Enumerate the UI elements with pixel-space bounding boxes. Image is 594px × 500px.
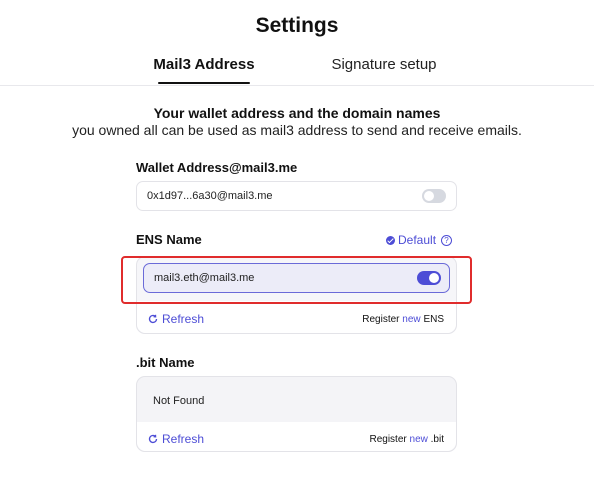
page-title: Settings bbox=[255, 14, 339, 37]
bit-name-label: .bit Name bbox=[136, 355, 195, 370]
highlight-annotation-box bbox=[121, 256, 472, 304]
wallet-address-toggle[interactable] bbox=[422, 189, 446, 203]
bit-refresh-button[interactable]: Refresh bbox=[148, 432, 204, 446]
register-new: new bbox=[409, 434, 428, 445]
intro-heading: Your wallet address and the domain names bbox=[153, 105, 441, 121]
ens-refresh-button[interactable]: Refresh bbox=[148, 312, 204, 326]
register-suffix: ENS bbox=[423, 314, 444, 325]
default-badge[interactable]: Default ? bbox=[386, 233, 453, 247]
bit-status: Not Found bbox=[153, 395, 205, 407]
bit-card: Not Found Refresh Register new .bit bbox=[136, 376, 457, 452]
register-prefix: Register bbox=[362, 314, 400, 325]
tab-bar: Mail3 Address Signature setup bbox=[0, 52, 594, 86]
register-ens-link[interactable]: Register new ENS bbox=[362, 314, 444, 325]
tab-signature-setup[interactable]: Signature setup bbox=[322, 56, 446, 73]
default-label: Default bbox=[398, 233, 437, 247]
intro-description: you owned all can be used as mail3 addre… bbox=[72, 122, 522, 138]
register-prefix: Register bbox=[369, 434, 407, 445]
active-tab-indicator bbox=[158, 82, 250, 84]
wallet-address-field[interactable]: 0x1d97...6a30@mail3.me bbox=[136, 181, 457, 211]
bit-refresh-label: Refresh bbox=[162, 432, 205, 446]
wallet-address-value: 0x1d97...6a30@mail3.me bbox=[147, 190, 273, 202]
toggle-knob bbox=[424, 191, 434, 201]
refresh-icon bbox=[148, 314, 158, 324]
register-suffix: .bit bbox=[430, 434, 444, 445]
register-bit-link[interactable]: Register new .bit bbox=[369, 434, 444, 445]
ens-refresh-label: Refresh bbox=[162, 312, 205, 326]
register-new: new bbox=[402, 314, 421, 325]
tab-mail3-address[interactable]: Mail3 Address bbox=[148, 56, 260, 73]
check-circle-icon bbox=[386, 235, 395, 245]
help-icon[interactable]: ? bbox=[441, 234, 453, 246]
wallet-address-label: Wallet Address@mail3.me bbox=[136, 160, 298, 175]
refresh-icon bbox=[148, 434, 158, 444]
ens-name-label: ENS Name bbox=[136, 232, 202, 247]
